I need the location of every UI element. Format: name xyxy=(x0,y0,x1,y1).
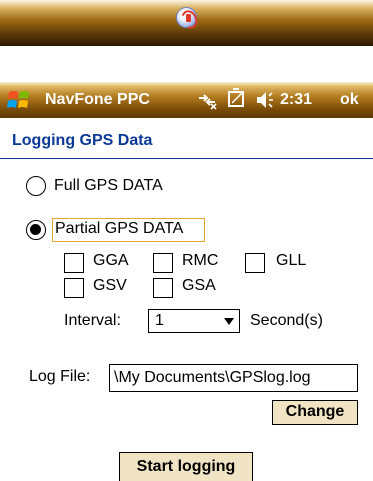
gsa-checkbox[interactable] xyxy=(153,278,173,298)
speaker-icon[interactable] xyxy=(254,90,276,110)
gga-checkbox[interactable] xyxy=(64,253,84,273)
partial-gps-radio[interactable] xyxy=(26,220,46,240)
gll-checkbox[interactable] xyxy=(245,253,265,273)
chevron-down-icon[interactable] xyxy=(224,318,234,325)
ok-button[interactable]: ok xyxy=(340,91,359,109)
log-file-label: Log File: xyxy=(29,368,91,385)
clock[interactable]: 2:31 xyxy=(280,91,312,109)
interval-unit-label: Second(s) xyxy=(250,312,323,329)
connectivity-icon[interactable] xyxy=(196,90,218,110)
windows-start-icon[interactable] xyxy=(6,88,34,112)
interval-value: 1 xyxy=(155,312,164,329)
partial-gps-focus[interactable]: Partial GPS DATA xyxy=(52,218,205,242)
rmc-label: RMC xyxy=(182,252,219,269)
navfone-logo-icon xyxy=(176,7,197,28)
rmc-checkbox[interactable] xyxy=(153,253,173,273)
gsa-label: GSA xyxy=(182,277,216,294)
partial-gps-label[interactable]: Partial GPS DATA xyxy=(55,220,183,238)
gga-label: GGA xyxy=(93,252,129,269)
app-title: NavFone PPC xyxy=(45,91,150,108)
interval-label: Interval: xyxy=(64,312,121,329)
log-file-input[interactable]: \My Documents\GPSlog.log xyxy=(109,364,358,392)
start-logging-button[interactable]: Start logging xyxy=(119,452,253,481)
top-status-strip xyxy=(0,0,373,46)
interval-select[interactable]: 1 xyxy=(148,309,240,333)
full-gps-label[interactable]: Full GPS DATA xyxy=(54,177,163,195)
full-gps-radio[interactable] xyxy=(26,176,46,196)
change-button[interactable]: Change xyxy=(272,400,358,425)
title-divider xyxy=(0,158,373,159)
gsv-checkbox[interactable] xyxy=(64,278,84,298)
page-title: Logging GPS Data xyxy=(12,132,153,149)
gll-label: GLL xyxy=(276,252,307,269)
gsv-label: GSV xyxy=(93,277,127,294)
battery-icon[interactable] xyxy=(226,88,246,110)
title-bar: NavFone PPC 2:31 ok xyxy=(0,82,373,118)
